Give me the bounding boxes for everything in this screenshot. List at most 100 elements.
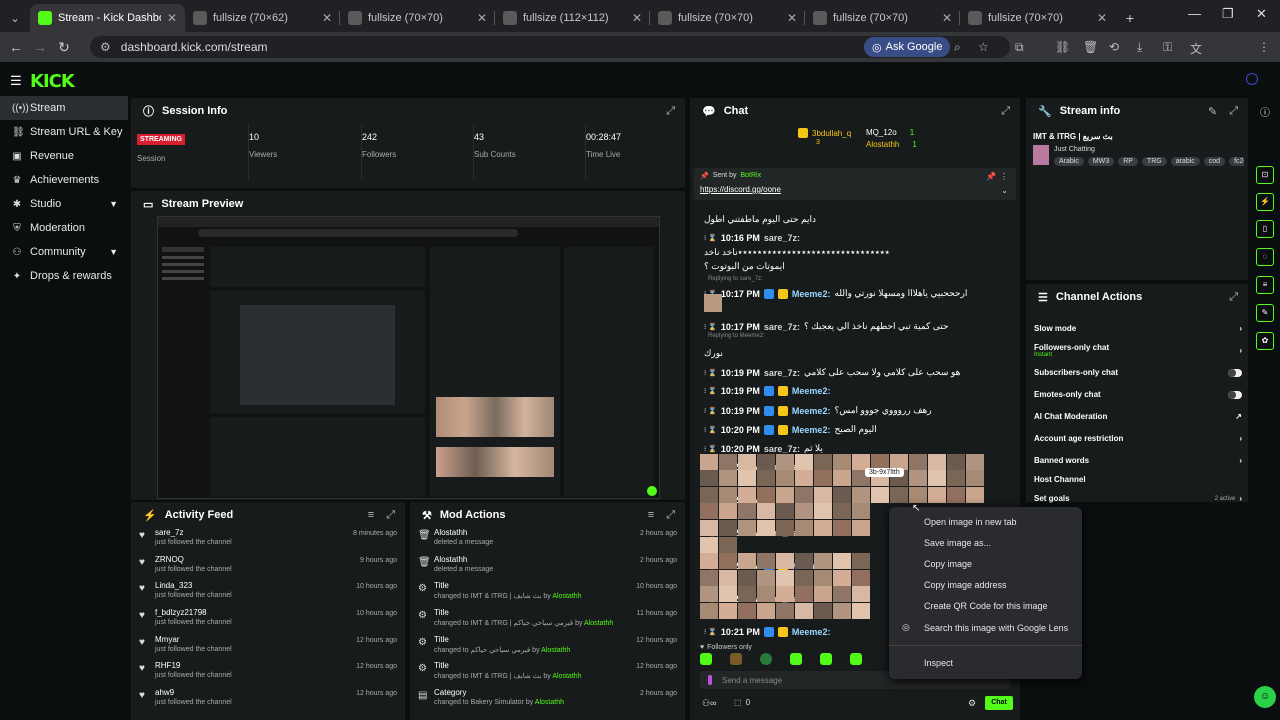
tab-fullsize[interactable]: fullsize (70×70) ✕ <box>650 4 805 32</box>
ctx-search-google-lens[interactable]: Search this image with Google Lens <box>924 623 1068 633</box>
ctx-inspect[interactable]: Inspect <box>924 658 953 668</box>
emote-image[interactable] <box>795 454 813 470</box>
emote-image[interactable] <box>700 570 718 586</box>
chat-message[interactable]: دايم حتى اليوم ماطفتني اطول <box>704 214 816 225</box>
emote-image[interactable] <box>719 570 737 586</box>
emote-image[interactable] <box>833 520 851 536</box>
emote-image[interactable] <box>833 470 851 486</box>
kick-logo[interactable]: KICK <box>30 71 75 92</box>
emote-image[interactable] <box>909 487 927 503</box>
chat-username[interactable]: Meeme2: <box>792 406 831 416</box>
hamburger-menu-icon[interactable]: ☰ <box>10 73 22 89</box>
pin-small-icon[interactable]: ⁝ ⌛ <box>704 628 717 636</box>
pinned-message[interactable]: 📌 Sent by BotRix https://discord.gg/oone 📌… <box>694 168 1016 200</box>
zoom-icon[interactable]: ⌕ <box>954 40 961 55</box>
popout-icon[interactable]: ⤢ <box>1229 291 1238 304</box>
reload-icon[interactable]: ↻ <box>52 39 76 56</box>
link-icon[interactable]: ⛓ <box>1055 40 1070 54</box>
emote-image[interactable] <box>719 553 737 569</box>
emote-image[interactable] <box>757 570 775 586</box>
chat-message[interactable]: ⁝ ⌛10:17 PMMeeme2:ارحححبيي ياهلااا ومسهل… <box>704 288 967 299</box>
bookmark-star-icon[interactable]: ☆ <box>978 40 989 54</box>
chat-message[interactable]: نورك <box>704 348 723 359</box>
emote-image[interactable] <box>757 503 775 519</box>
close-tab-icon[interactable]: ✕ <box>1097 11 1107 25</box>
emote-image[interactable] <box>795 553 813 569</box>
filter-icon[interactable]: ≡ <box>648 509 654 521</box>
slow-mode-row[interactable]: Slow mode › <box>1034 324 1242 333</box>
emote-image[interactable] <box>947 487 965 503</box>
emote-image[interactable] <box>833 586 851 602</box>
emote-image[interactable] <box>871 487 889 503</box>
emotes-only-row[interactable]: Emotes-only chat <box>1034 390 1242 399</box>
emote-image[interactable] <box>738 470 756 486</box>
chat-username[interactable]: Meeme2: <box>792 386 831 396</box>
edit-icon[interactable]: ✎ <box>1208 105 1217 118</box>
emote-icon[interactable] <box>820 653 832 665</box>
tab-fullsize[interactable]: fullsize (70×62) ✕ <box>185 4 340 32</box>
chat-message[interactable]: ⁝ ⌛ 10:19 PM sare_7z: هو سحب على كلامي ولا … <box>704 367 960 378</box>
close-tab-icon[interactable]: ✕ <box>787 11 797 25</box>
sidebar-item-achievements[interactable]: ♛ Achievements <box>0 168 128 192</box>
send-chat-button[interactable]: Chat <box>985 696 1013 710</box>
pin-small-icon[interactable]: ⁝ ⌛ <box>704 323 717 331</box>
sidebar-item-studio[interactable]: ✱ Studio ▼ <box>0 192 128 216</box>
maximize-icon[interactable]: ❐ <box>1222 6 1234 22</box>
emote-image[interactable] <box>738 603 756 619</box>
stream-preview-video[interactable] <box>157 216 660 499</box>
unpin-icon[interactable]: 📌 <box>986 172 996 181</box>
sidebar-item-drops-rewards[interactable]: ✦ Drops & rewards <box>0 264 128 288</box>
banned-words-row[interactable]: Banned words › <box>1034 456 1242 465</box>
emote-image[interactable] <box>966 487 984 503</box>
rail-session-icon[interactable]: ⊡ <box>1256 166 1274 184</box>
discord-link[interactable]: https://discord.gg/oone <box>700 185 781 194</box>
emote-image[interactable] <box>738 454 756 470</box>
emote-image[interactable] <box>833 570 851 586</box>
emote-image[interactable] <box>719 603 737 619</box>
emote-image[interactable] <box>738 570 756 586</box>
subscribers-only-toggle[interactable] <box>1228 368 1242 377</box>
download-icon[interactable]: ⤓ <box>1137 40 1142 55</box>
emote-image[interactable] <box>700 586 718 602</box>
emote-image[interactable] <box>909 470 927 486</box>
pin-small-icon[interactable]: ⁝ ⌛ <box>704 445 717 453</box>
chat-username[interactable]: Meeme2: <box>792 425 831 435</box>
emote-icon[interactable] <box>850 653 862 665</box>
pin-small-icon[interactable]: ⁝ ⌛ <box>704 234 717 242</box>
popout-icon[interactable]: ⤢ <box>666 105 675 118</box>
emote-image[interactable] <box>795 470 813 486</box>
emote-image[interactable] <box>757 520 775 536</box>
filter-icon[interactable]: ≡ <box>368 509 374 521</box>
emote-image[interactable] <box>814 520 832 536</box>
popout-icon[interactable]: ⤢ <box>1229 105 1238 118</box>
tab-search-icon[interactable]: ⌄ <box>0 4 30 32</box>
chat-message[interactable]: ⁝ ⌛ 10:20 PM sare_7z: يلا ثم <box>704 443 823 454</box>
emote-image[interactable] <box>700 454 718 470</box>
chat-message[interactable]: ⁝ ⌛ 10:21 PM Meeme2: <box>704 627 830 637</box>
chat-username[interactable]: sare_7z: <box>764 444 800 454</box>
tab-fullsize[interactable]: fullsize (70×70) ✕ <box>805 4 960 32</box>
key-icon[interactable]: ⚿ <box>1163 40 1172 55</box>
emote-image[interactable] <box>719 537 737 553</box>
emote-image[interactable] <box>833 503 851 519</box>
rail-bolt-icon[interactable]: ⚡ <box>1256 193 1274 211</box>
emote-image[interactable] <box>814 570 832 586</box>
emote-image[interactable] <box>700 503 718 519</box>
emote-image[interactable] <box>719 470 737 486</box>
tab-fullsize[interactable]: fullsize (112×112) ✕ <box>495 4 650 32</box>
emote-image[interactable] <box>833 553 851 569</box>
emote-image[interactable] <box>776 553 794 569</box>
emote-image[interactable] <box>776 503 794 519</box>
emote-icon[interactable] <box>790 653 802 665</box>
emote-image[interactable] <box>814 470 832 486</box>
tab-kick-dashboard[interactable]: Stream - Kick Dashboard ✕ <box>30 4 185 32</box>
ai-chat-moderation-row[interactable]: AI Chat Moderation ↗ <box>1034 412 1242 421</box>
emote-image[interactable] <box>795 570 813 586</box>
chat-username[interactable]: Meeme2: <box>792 627 831 637</box>
close-tab-icon[interactable]: ✕ <box>167 11 177 25</box>
minimize-icon[interactable]: — <box>1188 6 1201 21</box>
emote-image[interactable] <box>738 553 756 569</box>
trash-icon[interactable]: 🗑 <box>1083 40 1098 54</box>
emote-image[interactable] <box>814 603 832 619</box>
emote-image[interactable] <box>700 537 718 553</box>
